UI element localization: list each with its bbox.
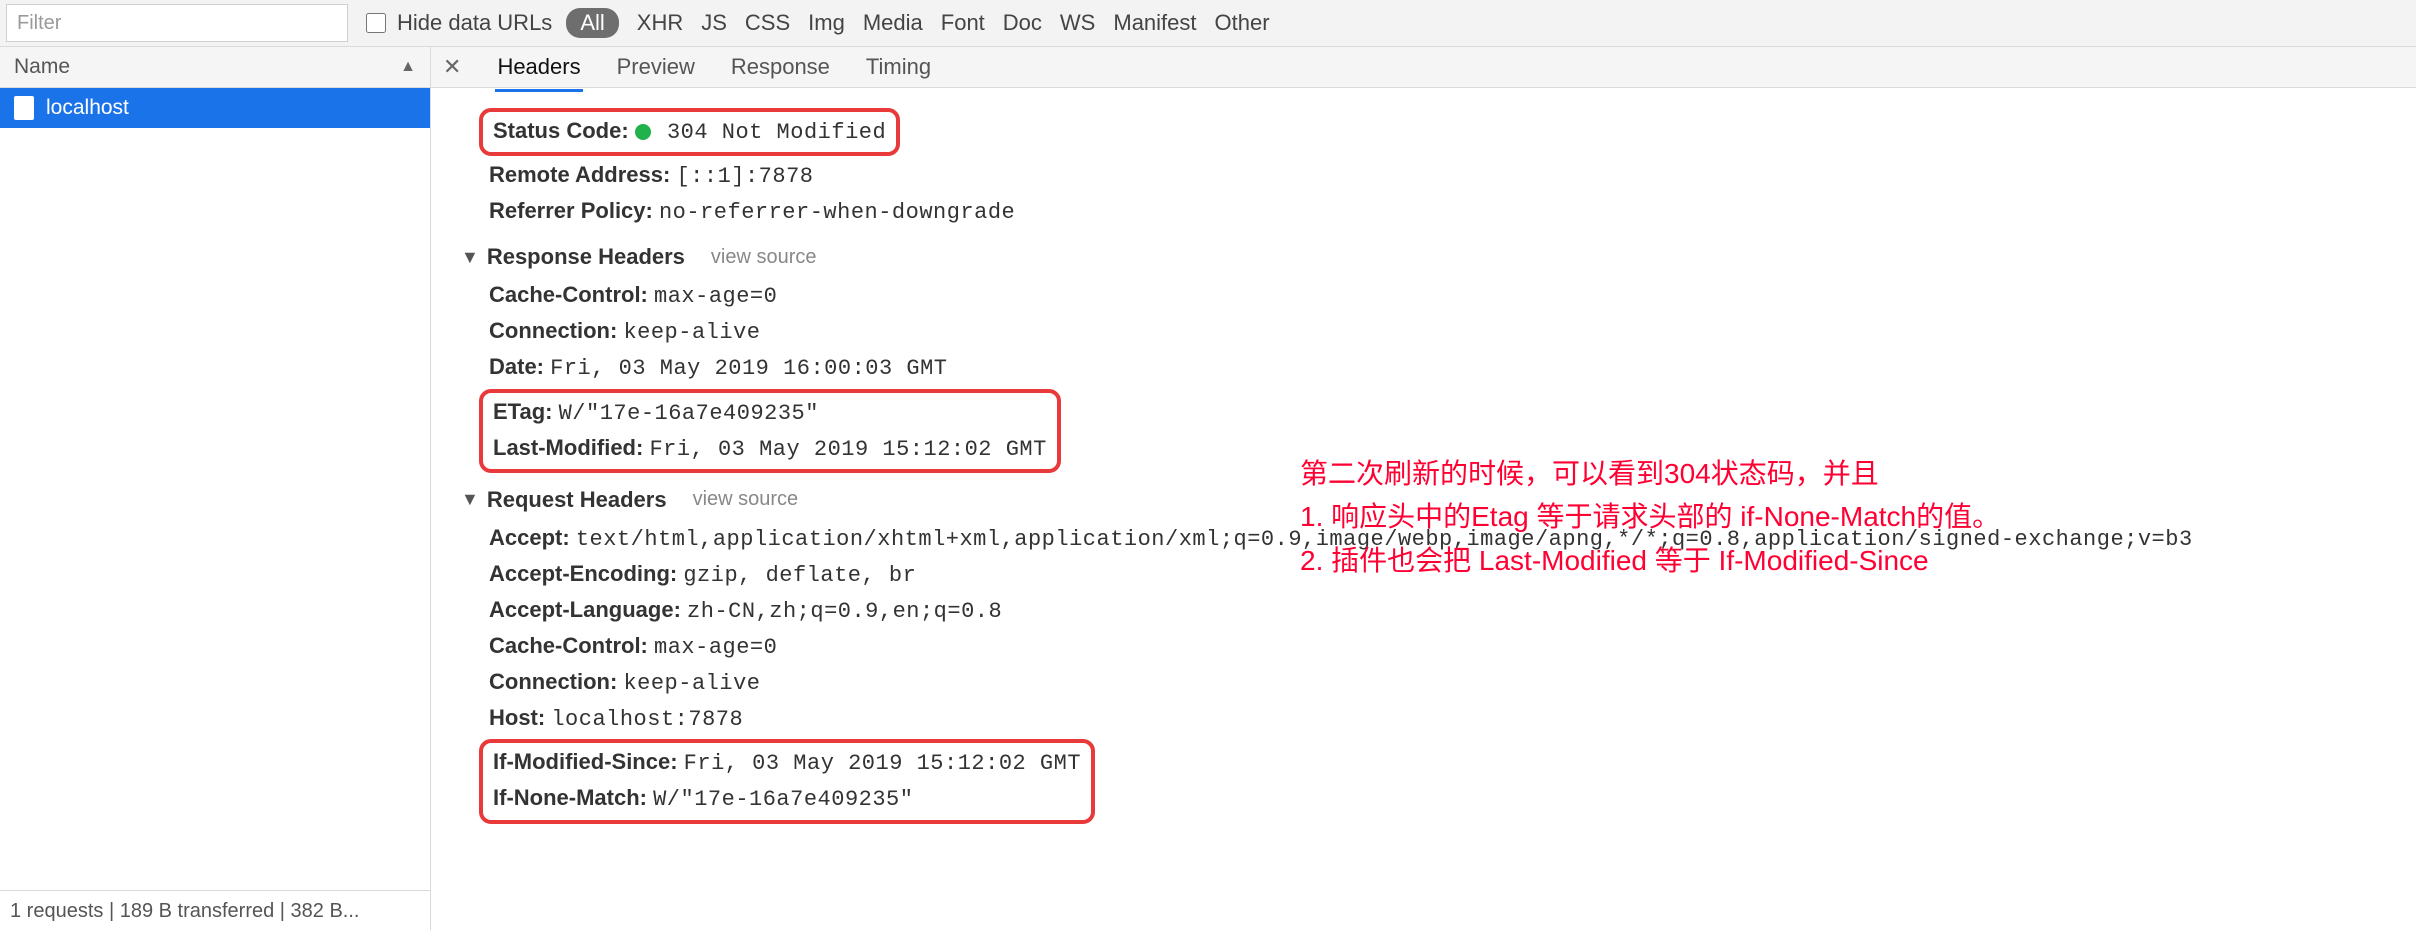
type-filter-doc[interactable]: Doc bbox=[1003, 10, 1042, 36]
tab-headers[interactable]: Headers bbox=[497, 48, 580, 86]
req-host-v: localhost:7878 bbox=[551, 707, 743, 732]
remote-address-value: [::1]:7878 bbox=[676, 164, 813, 189]
req-accept-language-v: zh-CN,zh;q=0.9,en;q=0.8 bbox=[687, 599, 1002, 624]
hide-data-urls-checkbox[interactable]: Hide data URLs bbox=[362, 10, 552, 36]
hide-data-urls-box[interactable] bbox=[366, 13, 386, 33]
resp-connection-k: Connection: bbox=[489, 318, 617, 343]
req-if-none-match-v: W/"17e-16a7e409235" bbox=[653, 787, 913, 812]
hide-data-urls-label: Hide data URLs bbox=[397, 10, 552, 36]
req-if-none-match-k: If-None-Match: bbox=[493, 785, 647, 810]
request-list-header[interactable]: Name ▲ bbox=[0, 47, 430, 88]
status-code-highlight: Status Code: 304 Not Modified bbox=[479, 108, 900, 156]
general-section: Status Code: 304 Not Modified Remote Add… bbox=[461, 108, 2386, 230]
type-filter-manifest[interactable]: Manifest bbox=[1113, 10, 1196, 36]
ifmodified-ifnonematch-highlight: If-Modified-Since: Fri, 03 May 2019 15:1… bbox=[479, 739, 1095, 823]
type-filter-css[interactable]: CSS bbox=[745, 10, 790, 36]
type-filter-ws[interactable]: WS bbox=[1060, 10, 1095, 36]
req-accept-encoding-v: gzip, deflate, br bbox=[683, 563, 916, 588]
type-filter-xhr[interactable]: XHR bbox=[637, 10, 683, 36]
resp-connection-v: keep-alive bbox=[623, 320, 760, 345]
status-code-value: 304 Not Modified bbox=[667, 120, 886, 145]
caret-down-icon: ▼ bbox=[461, 489, 479, 510]
tab-response[interactable]: Response bbox=[731, 48, 830, 86]
annotation-note: 第二次刷新的时候，可以看到304状态码，并且 1. 响应头中的Etag 等于请求… bbox=[1300, 452, 2000, 582]
filter-input[interactable] bbox=[6, 4, 348, 42]
caret-down-icon: ▼ bbox=[461, 247, 479, 268]
status-dot-icon bbox=[635, 124, 651, 140]
request-row[interactable]: localhost bbox=[0, 88, 430, 128]
type-filter-media[interactable]: Media bbox=[863, 10, 923, 36]
type-filter-img[interactable]: Img bbox=[808, 10, 845, 36]
resp-last-modified-k: Last-Modified: bbox=[493, 435, 643, 460]
request-list: Name ▲ localhost 1 requests | 189 B tran… bbox=[0, 47, 431, 930]
response-view-source[interactable]: view source bbox=[711, 246, 817, 269]
request-name: localhost bbox=[46, 96, 129, 120]
req-cache-control-v: max-age=0 bbox=[654, 635, 777, 660]
annotation-line-3: 2. 插件也会把 Last-Modified 等于 If-Modified-Si… bbox=[1300, 539, 2000, 582]
resp-cache-control-v: max-age=0 bbox=[654, 284, 777, 309]
resp-etag-v: W/"17e-16a7e409235" bbox=[559, 401, 819, 426]
req-cache-control-k: Cache-Control: bbox=[489, 633, 648, 658]
req-accept-encoding-k: Accept-Encoding: bbox=[489, 561, 677, 586]
etag-lastmod-highlight: ETag: W/"17e-16a7e409235" Last-Modified:… bbox=[479, 389, 1061, 473]
req-connection-k: Connection: bbox=[489, 669, 617, 694]
referrer-policy-value: no-referrer-when-downgrade bbox=[659, 200, 1015, 225]
req-if-modified-since-v: Fri, 03 May 2019 15:12:02 GMT bbox=[684, 751, 1081, 776]
type-filter-bar: All XHR JS CSS Img Media Font Doc WS Man… bbox=[566, 8, 1269, 38]
response-headers-title-text: Response Headers bbox=[487, 244, 685, 270]
remote-address-label: Remote Address: bbox=[489, 162, 670, 187]
sort-asc-icon[interactable]: ▲ bbox=[400, 58, 416, 76]
annotation-line-2: 1. 响应头中的Etag 等于请求头部的 if-None-Match的值。 bbox=[1300, 495, 2000, 538]
document-icon bbox=[14, 96, 34, 120]
type-filter-other[interactable]: Other bbox=[1215, 10, 1270, 36]
filter-toolbar: Hide data URLs All XHR JS CSS Img Media … bbox=[0, 0, 2416, 47]
req-if-modified-since-k: If-Modified-Since: bbox=[493, 749, 678, 774]
annotation-line-1: 第二次刷新的时候，可以看到304状态码，并且 bbox=[1300, 452, 2000, 495]
response-headers-title[interactable]: ▼ Response Headers view source bbox=[461, 244, 2386, 270]
request-view-source[interactable]: view source bbox=[693, 488, 799, 511]
type-filter-font[interactable]: Font bbox=[941, 10, 985, 36]
req-accept-language-k: Accept-Language: bbox=[489, 597, 681, 622]
request-headers-title-text: Request Headers bbox=[487, 487, 667, 513]
req-accept-k: Accept: bbox=[489, 525, 570, 550]
resp-cache-control-k: Cache-Control: bbox=[489, 282, 648, 307]
response-headers-section: ▼ Response Headers view source Cache-Con… bbox=[461, 244, 2386, 472]
sidebar-status-bar: 1 requests | 189 B transferred | 382 B..… bbox=[0, 890, 430, 930]
referrer-policy-label: Referrer Policy: bbox=[489, 198, 653, 223]
req-host-k: Host: bbox=[489, 705, 545, 730]
close-icon[interactable]: ✕ bbox=[443, 54, 461, 80]
resp-date-k: Date: bbox=[489, 354, 544, 379]
tab-timing[interactable]: Timing bbox=[866, 48, 931, 86]
detail-tabs: ✕ Headers Preview Response Timing bbox=[431, 47, 2416, 88]
status-code-label: Status Code: bbox=[493, 118, 629, 143]
resp-date-v: Fri, 03 May 2019 16:00:03 GMT bbox=[550, 356, 947, 381]
type-filter-js[interactable]: JS bbox=[701, 10, 727, 36]
type-filter-all[interactable]: All bbox=[566, 8, 618, 38]
resp-last-modified-v: Fri, 03 May 2019 15:12:02 GMT bbox=[649, 437, 1046, 462]
req-connection-v: keep-alive bbox=[623, 671, 760, 696]
resp-etag-k: ETag: bbox=[493, 399, 552, 424]
main-area: Name ▲ localhost 1 requests | 189 B tran… bbox=[0, 47, 2416, 930]
name-column-header[interactable]: Name bbox=[14, 55, 70, 79]
tab-preview[interactable]: Preview bbox=[617, 48, 695, 86]
